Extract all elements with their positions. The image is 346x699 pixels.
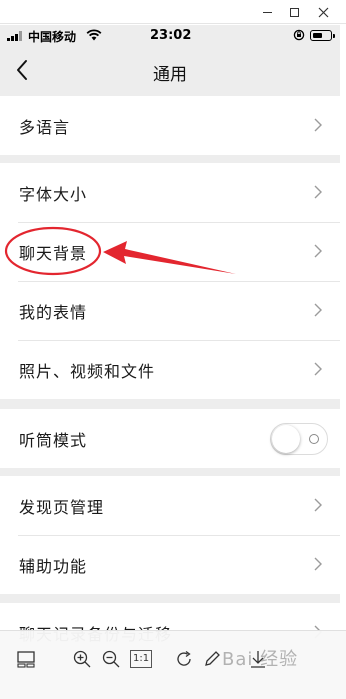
chevron-right-icon <box>314 498 322 512</box>
wifi-icon <box>86 29 102 41</box>
settings-item-label: 发现页管理 <box>19 498 105 517</box>
window-titlebar <box>0 0 346 24</box>
settings-item-chat-background[interactable]: 聊天背景 <box>0 222 340 281</box>
settings-item-earpiece-mode: 听筒模式 <box>0 409 340 468</box>
signal-icon <box>7 31 25 41</box>
actual-size-button[interactable]: 1:1 <box>130 650 153 668</box>
viewer-toolbar: 1:1 Bai 经验 <box>0 630 346 699</box>
watermark: Bai 经验 <box>222 649 299 670</box>
settings-item-label: 照片、视频和文件 <box>19 362 156 381</box>
carrier-name: 中国移动 <box>28 30 77 44</box>
status-bar: 中国移动 23:02 <box>0 25 340 47</box>
rotate-icon[interactable] <box>174 649 194 669</box>
rotation-lock-icon <box>293 29 305 41</box>
settings-item-accessibility[interactable]: 辅助功能 <box>0 535 340 594</box>
settings-item-label: 字体大小 <box>19 185 88 204</box>
toggle-off-icon <box>309 434 319 444</box>
edit-icon[interactable] <box>202 649 222 669</box>
minimize-icon[interactable] <box>256 2 278 22</box>
chevron-right-icon <box>314 118 322 132</box>
settings-item-font-size[interactable]: 字体大小 <box>0 163 340 222</box>
thumbnail-icon[interactable] <box>16 649 36 669</box>
phone-screen: 中国移动 23:02 通用 多语言 字体大小 聊天背景 我的表情 照片、视频和文… <box>0 25 340 699</box>
settings-item-my-stickers[interactable]: 我的表情 <box>0 281 340 340</box>
settings-item-label: 聊天背景 <box>19 244 88 263</box>
settings-item-label: 我的表情 <box>19 303 88 322</box>
chevron-right-icon <box>314 185 322 199</box>
settings-item-label: 辅助功能 <box>19 557 88 576</box>
battery-icon <box>310 30 335 41</box>
zoom-out-icon[interactable] <box>101 649 121 669</box>
settings-group-display: 字体大小 聊天背景 我的表情 照片、视频和文件 <box>0 163 340 399</box>
earpiece-mode-toggle[interactable] <box>270 423 328 455</box>
toggle-knob <box>272 425 300 453</box>
settings-group-language: 多语言 <box>0 96 340 155</box>
status-time: 23:02 <box>150 28 192 43</box>
close-icon[interactable] <box>312 2 334 22</box>
settings-item-media-files[interactable]: 照片、视频和文件 <box>0 340 340 399</box>
nav-bar: 通用 <box>0 47 340 93</box>
chevron-right-icon <box>314 244 322 258</box>
chevron-right-icon <box>314 362 322 376</box>
chevron-right-icon <box>314 303 322 317</box>
maximize-icon[interactable] <box>283 2 305 22</box>
zoom-in-icon[interactable] <box>72 649 92 669</box>
settings-item-language[interactable]: 多语言 <box>0 96 340 155</box>
settings-group-earpiece: 听筒模式 <box>0 409 340 468</box>
settings-group-discover: 发现页管理 辅助功能 <box>0 476 340 594</box>
settings-item-label: 听筒模式 <box>19 431 88 450</box>
page-title: 通用 <box>153 65 187 85</box>
settings-item-label: 多语言 <box>19 118 71 137</box>
chevron-right-icon <box>314 557 322 571</box>
settings-item-discover-management[interactable]: 发现页管理 <box>0 476 340 535</box>
